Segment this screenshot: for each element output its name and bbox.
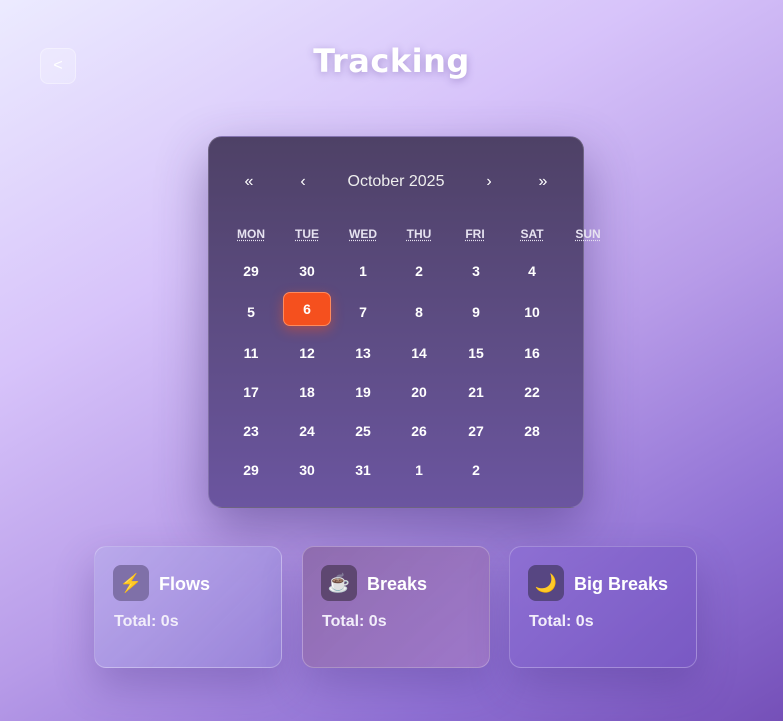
weekday-label: SUN [575,227,601,241]
big-breaks-card-title: Big Breaks [574,574,669,594]
calendar-day[interactable]: 24 [279,419,335,443]
breaks-card[interactable]: ☕ Breaks Total: 0s [302,546,490,668]
coffee-icon: ☕ [321,565,357,601]
flows-card-title: Flows [159,574,211,594]
calendar-day[interactable]: 28 [504,419,560,443]
calendar-day[interactable]: 9 [448,300,504,324]
calendar-day[interactable]: 17 [223,380,279,404]
calendar-day[interactable]: 29 [223,259,279,283]
page-title: Tracking [313,42,470,80]
calendar-day[interactable]: 22 [504,380,560,404]
calendar-day[interactable]: 1 [391,458,447,482]
calendar-day[interactable]: 4 [504,259,560,283]
calendar-day[interactable]: 30 [279,458,335,482]
big-breaks-card[interactable]: 🌙 Big Breaks Total: 0s [509,546,697,668]
calendar-day[interactable]: 20 [391,380,447,404]
calendar-day[interactable]: 13 [335,341,391,365]
weekday-label: FRI [465,227,485,241]
calendar-day[interactable]: 5 [223,300,279,324]
flows-card-total: Total: 0s [114,613,179,630]
calendar-day[interactable]: 15 [448,341,504,365]
calendar-day[interactable]: 25 [335,419,391,443]
month-label: October 2025 [347,173,445,190]
calendar: « ‹ October 2025 › » MON TUE WED THU FRI SAT S… [208,136,601,508]
calendar-day[interactable]: 12 [279,341,335,365]
calendar-day[interactable]: 1 [335,259,391,283]
breaks-card-total: Total: 0s [322,613,387,630]
calendar-day[interactable]: 26 [391,419,447,443]
next-month-button[interactable]: › [474,171,504,193]
calendar-day[interactable]: 29 [223,458,279,482]
calendar-day[interactable]: 8 [391,300,447,324]
moon-icon: 🌙 [528,565,564,601]
calendar-day[interactable]: 3 [448,259,504,283]
calendar-day[interactable]: 23 [223,419,279,443]
weekday-label: SAT [520,227,544,241]
breaks-card-title: Breaks [367,574,428,594]
calendar-nav: « ‹ October 2025 › » [209,171,583,193]
calendar-day[interactable]: 16 [504,341,560,365]
calendar-day[interactable]: 14 [391,341,447,365]
big-breaks-card-total: Total: 0s [529,613,594,630]
flows-card[interactable]: ⚡ Flows Total: 0s [94,546,282,668]
calendar-day[interactable]: 31 [335,458,391,482]
weekday-label: THU [406,227,432,241]
calendar-day-selected[interactable]: 6 [283,292,331,326]
calendar-day[interactable]: 10 [504,300,560,324]
next-year-button[interactable]: » [528,171,558,193]
weekday-label: WED [349,227,377,241]
calendar-day[interactable]: 2 [391,259,447,283]
calendar-day[interactable]: 27 [448,419,504,443]
calendar-day[interactable]: 11 [223,341,279,365]
calendar-day[interactable]: 21 [448,380,504,404]
calendar-day[interactable]: 30 [279,259,335,283]
weekday-label: TUE [295,227,319,241]
lightning-icon: ⚡ [113,565,149,601]
calendar-day[interactable]: 2 [448,458,504,482]
weekday-label: MON [237,227,265,241]
calendar-day[interactable]: 18 [279,380,335,404]
calendar-day[interactable]: 7 [335,300,391,324]
calendar-day[interactable]: 19 [335,380,391,404]
